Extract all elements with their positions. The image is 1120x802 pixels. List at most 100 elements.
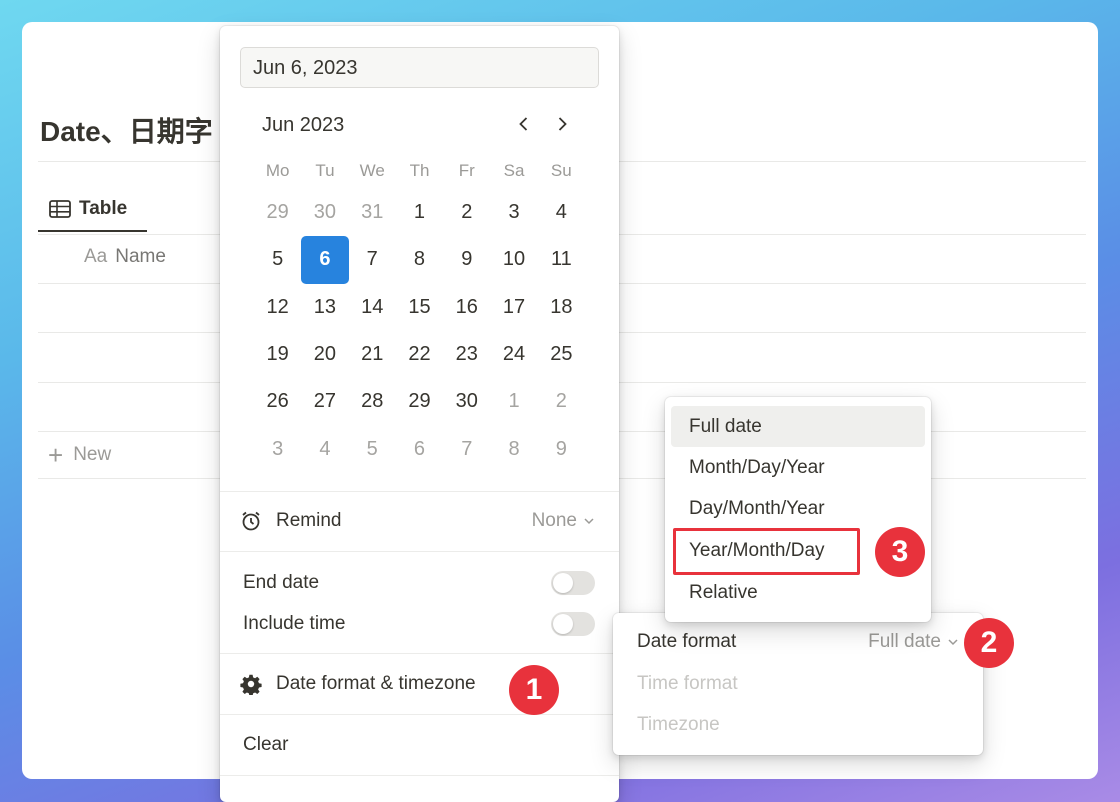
include-time-row: Include time xyxy=(243,612,595,636)
timezone-row: Timezone xyxy=(637,714,959,736)
calendar-day[interactable]: 27 xyxy=(301,378,348,425)
step-badge-3: 3 xyxy=(875,527,925,577)
calendar-day[interactable]: 31 xyxy=(349,189,396,236)
calendar-day[interactable]: 15 xyxy=(396,284,443,331)
calendar-day[interactable]: 4 xyxy=(301,425,348,472)
calendar-day[interactable]: 8 xyxy=(396,236,443,283)
calendar-day[interactable]: 7 xyxy=(443,425,490,472)
table-icon xyxy=(49,200,71,218)
chevron-down-icon xyxy=(584,518,594,525)
calendar-week-row: 12 13 14 15 16 17 18 xyxy=(254,284,585,331)
weekday-label: Fr xyxy=(458,160,475,180)
timezone-label: Timezone xyxy=(637,714,720,735)
calendar-day[interactable]: 11 xyxy=(538,236,585,283)
calendar-day[interactable]: 19 xyxy=(254,331,301,378)
calendar-day[interactable]: 29 xyxy=(254,189,301,236)
calendar-day[interactable]: 28 xyxy=(349,378,396,425)
include-time-toggle[interactable] xyxy=(551,612,595,636)
end-date-row: End date xyxy=(243,571,595,595)
divider xyxy=(220,714,619,715)
weekday-label: Th xyxy=(409,160,430,180)
date-format-row[interactable]: Date format Full date xyxy=(637,631,959,653)
step-badge-2: 2 xyxy=(964,618,1014,668)
calendar-day[interactable]: 21 xyxy=(349,331,396,378)
step-badge-1: 1 xyxy=(509,665,559,715)
calendar-day[interactable]: 6 xyxy=(396,425,443,472)
calendar-day[interactable]: 3 xyxy=(254,425,301,472)
calendar-day[interactable]: 8 xyxy=(490,425,537,472)
text-property-icon: Aa xyxy=(84,246,108,267)
alarm-clock-icon xyxy=(242,511,260,531)
date-format-label: Date format xyxy=(637,631,737,652)
remind-label: Remind xyxy=(276,510,342,531)
date-format-options-menu: Full date Month/Day/Year Day/Month/Year … xyxy=(665,397,931,622)
calendar-week-row: 5 6 7 8 9 10 11 xyxy=(254,236,585,284)
column-header-name[interactable]: Aa Name xyxy=(84,246,166,268)
weekday-label: We xyxy=(359,160,385,180)
calendar-day[interactable]: 23 xyxy=(443,331,490,378)
calendar-day[interactable]: 4 xyxy=(538,189,585,236)
date-input[interactable]: Jun 6, 2023 xyxy=(240,47,599,88)
chevron-left-icon xyxy=(519,117,528,131)
calendar-day[interactable]: 30 xyxy=(301,189,348,236)
calendar-day[interactable]: 29 xyxy=(396,378,443,425)
new-row-label: New xyxy=(73,444,112,465)
weekday-header: Mo Tu We Th Fr Sa Su xyxy=(254,152,585,189)
time-format-row: Time format xyxy=(637,673,959,695)
calendar-day[interactable]: 17 xyxy=(490,284,537,331)
calendar-day[interactable]: 20 xyxy=(301,331,348,378)
tab-table-view[interactable]: Table xyxy=(38,188,147,232)
calendar-day[interactable]: 25 xyxy=(538,331,585,378)
weekday-label: Su xyxy=(550,160,572,180)
calendar-day[interactable]: 12 xyxy=(254,284,301,331)
divider xyxy=(220,551,619,552)
calendar-week-row: 19 20 21 22 23 24 25 xyxy=(254,331,585,378)
calendar-day[interactable]: 14 xyxy=(349,284,396,331)
date-format-value: Full date xyxy=(868,631,941,652)
calendar-day[interactable]: 22 xyxy=(396,331,443,378)
calendar-day[interactable]: 7 xyxy=(349,236,396,283)
calendar-grid: Mo Tu We Th Fr Sa Su 29 30 31 1 2 3 4 5 6 7 8 9 10 11 12 13 14… xyxy=(254,152,585,473)
calendar-day[interactable]: 9 xyxy=(443,236,490,283)
option-relative[interactable]: Relative xyxy=(671,572,925,613)
calendar-day[interactable]: 1 xyxy=(490,378,537,425)
chevron-down-icon xyxy=(948,639,958,646)
calendar-day[interactable]: 16 xyxy=(443,284,490,331)
divider xyxy=(220,491,619,492)
divider xyxy=(220,653,619,654)
calendar-day[interactable]: 1 xyxy=(396,189,443,236)
calendar-day[interactable]: 13 xyxy=(301,284,348,331)
date-picker-popup: Jun 6, 2023 Jun 2023 Mo Tu We Th Fr Sa Su 29 30… xyxy=(220,26,619,802)
remind-dropdown[interactable]: None xyxy=(532,510,595,532)
calendar-day[interactable]: 30 xyxy=(443,378,490,425)
time-format-label: Time format xyxy=(637,673,738,694)
calendar-day-selected[interactable]: 6 xyxy=(301,236,349,284)
clear-button[interactable]: Clear xyxy=(243,734,595,756)
end-date-toggle[interactable] xyxy=(551,571,595,595)
calendar-day[interactable]: 26 xyxy=(254,378,301,425)
calendar-month-label: Jun 2023 xyxy=(262,114,345,136)
calendar-day[interactable]: 5 xyxy=(349,425,396,472)
calendar-day[interactable]: 10 xyxy=(490,236,537,283)
calendar-day[interactable]: 2 xyxy=(538,378,585,425)
calendar-day[interactable]: 24 xyxy=(490,331,537,378)
calendar-day[interactable]: 9 xyxy=(538,425,585,472)
tab-label: Table xyxy=(79,198,128,219)
calendar-day[interactable]: 3 xyxy=(490,189,537,236)
calendar-day[interactable]: 5 xyxy=(254,236,301,283)
next-month-button[interactable] xyxy=(548,110,576,138)
option-day-month-year[interactable]: Day/Month/Year xyxy=(671,488,925,529)
calendar-day[interactable]: 18 xyxy=(538,284,585,331)
gear-icon xyxy=(240,674,262,695)
column-header-label: Name xyxy=(115,246,166,267)
calendar-day[interactable]: 2 xyxy=(443,189,490,236)
option-month-day-year[interactable]: Month/Day/Year xyxy=(671,447,925,488)
prev-month-button[interactable] xyxy=(510,110,538,138)
new-row-button[interactable]: + New xyxy=(48,442,111,468)
option-full-date[interactable]: Full date xyxy=(671,406,925,447)
page-title: Date、日期字 xyxy=(40,116,213,147)
remind-value: None xyxy=(531,510,577,531)
date-format-dropdown[interactable]: Full date xyxy=(868,631,959,653)
weekday-label: Tu xyxy=(315,160,335,180)
remind-row[interactable]: Remind None xyxy=(240,510,595,532)
